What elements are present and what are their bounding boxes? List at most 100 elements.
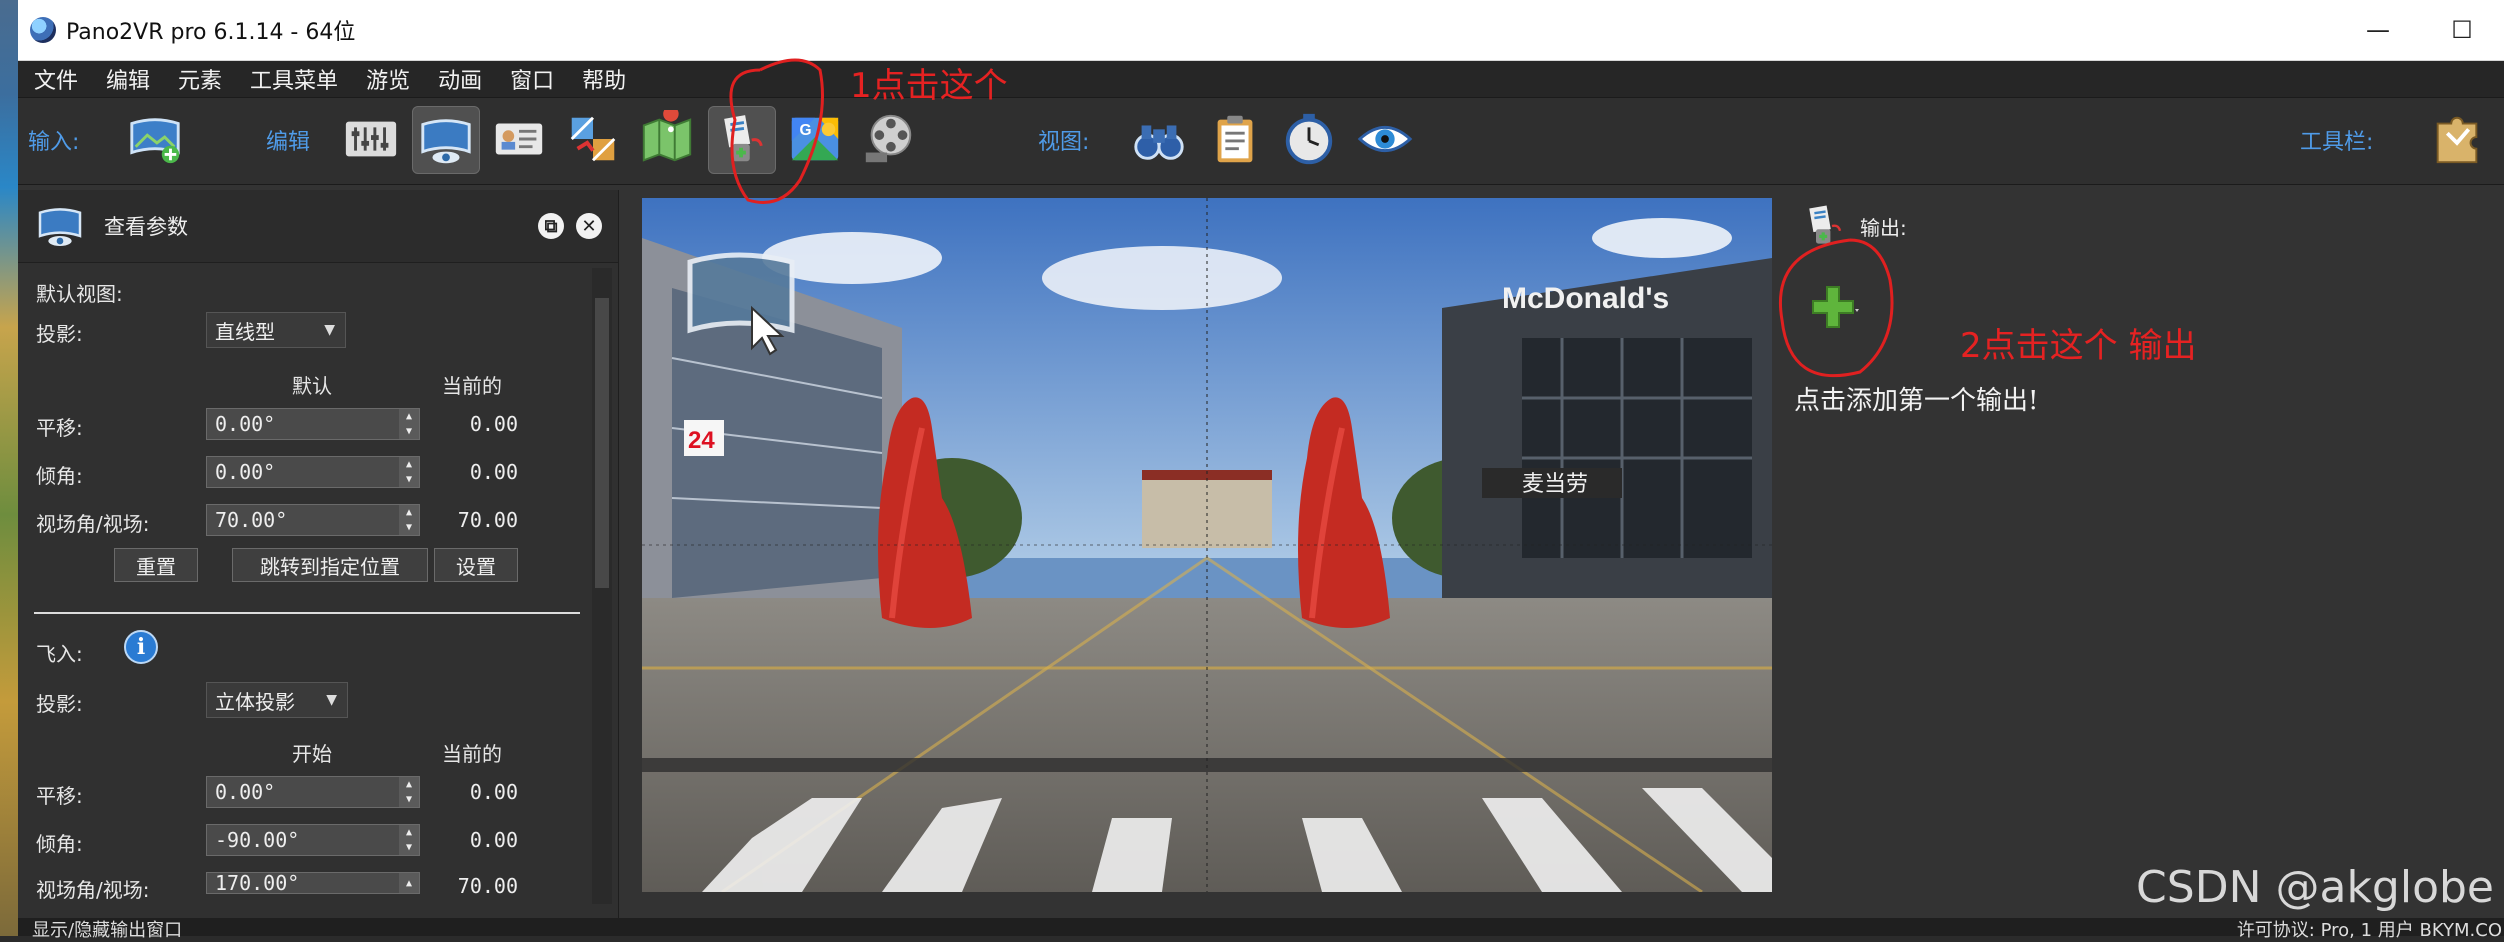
spin-arrows-icon[interactable]: ▲ ▼	[399, 409, 419, 439]
panorama-viewer[interactable]: McDonald's 麦当劳 24	[642, 198, 1772, 892]
tilt-current: 0.00	[469, 460, 518, 484]
tilt-input[interactable]: 0.00° ▲ ▼	[206, 456, 420, 488]
fly-tilt-current: 0.00	[469, 828, 518, 852]
status-toggle-output[interactable]: 显示/隐藏输出窗口	[32, 916, 182, 942]
column-current-2: 当前的	[442, 742, 502, 766]
menu-bar: 文件 编辑 元素 工具菜单 游览 动画 窗口 帮助	[18, 61, 2504, 97]
spin-arrows-icon[interactable]: ▲	[399, 873, 419, 893]
menu-file[interactable]: 文件	[34, 63, 78, 95]
puzzle-icon[interactable]	[2424, 106, 2490, 172]
fly-fov-current: 70.00	[457, 874, 518, 898]
map-icon[interactable]	[634, 106, 700, 172]
fly-pan-value: 0.00°	[215, 780, 276, 804]
properties-card-icon[interactable]	[486, 106, 552, 172]
tilt-value: 0.00°	[215, 460, 276, 484]
fly-fov-label: 视场角/视场:	[36, 878, 150, 902]
binoculars-icon[interactable]	[1126, 106, 1192, 172]
spin-arrows-icon[interactable]: ▲ ▼	[399, 825, 419, 855]
title-bar: Pano2VR pro 6.1.14 - 64位 — ☐	[18, 0, 2504, 61]
store-24-sign: 24	[688, 427, 715, 454]
chevron-down-icon: ▼	[326, 692, 337, 708]
output-panel-header: 输出:	[1776, 190, 2504, 262]
fov-input[interactable]: 70.00° ▲ ▼	[206, 504, 420, 536]
toolbar-view-label: 视图:	[1038, 130, 1090, 155]
column-default: 默认	[292, 374, 332, 398]
menu-help[interactable]: 帮助	[582, 63, 626, 95]
add-output-button[interactable]	[1798, 272, 1868, 342]
add-panorama-icon[interactable]	[122, 106, 188, 172]
menu-edit[interactable]: 编辑	[106, 63, 150, 95]
fov-label: 视场角/视场:	[36, 512, 150, 536]
projection-select[interactable]: 直线型 ▼	[206, 312, 346, 348]
info-icon[interactable]: i	[124, 630, 158, 664]
panel-scrollbar[interactable]	[592, 268, 612, 904]
fly-fov-value: 170.00°	[215, 872, 300, 894]
window-title: Pano2VR pro 6.1.14 - 64位	[66, 20, 356, 45]
projection-value: 直线型	[215, 319, 275, 344]
plus-icon	[1812, 286, 1859, 328]
csdn-watermark: CSDN @akglobe	[2136, 862, 2494, 913]
mcdonalds-sign: McDonald's	[1502, 282, 1669, 315]
default-view-label: 默认视图:	[36, 282, 123, 306]
spin-arrows-icon[interactable]: ▲ ▼	[399, 777, 419, 807]
menu-tools[interactable]: 工具菜单	[250, 63, 338, 95]
desktop-background	[0, 0, 18, 936]
annotation-step2: 2点击这个 输出	[1960, 326, 2197, 366]
output-panel: 输出: 点击添加第一个输出!	[1776, 190, 2504, 918]
panel-title: 查看参数	[104, 215, 188, 239]
menu-elements[interactable]: 元素	[178, 63, 222, 95]
fly-projection-label: 投影:	[36, 692, 83, 716]
toolbar-edit-label: 编辑	[266, 130, 311, 155]
fov-current: 70.00	[457, 508, 518, 532]
section-divider	[34, 612, 580, 614]
fly-tilt-input[interactable]: -90.00° ▲ ▼	[206, 824, 420, 856]
minimize-button[interactable]: —	[2336, 0, 2420, 60]
fly-fov-input[interactable]: 170.00° ▲	[206, 872, 420, 894]
app-window: Pano2VR pro 6.1.14 - 64位 — ☐ 文件 编辑 元素 工具…	[18, 0, 2504, 941]
panel-header: 查看参数 ⧉ ✕	[18, 190, 618, 263]
menu-animation[interactable]: 动画	[438, 63, 482, 95]
svg-text:G: G	[800, 122, 812, 139]
tilt-label: 倾角:	[36, 464, 83, 488]
eye-icon[interactable]	[1352, 106, 1418, 172]
reset-button[interactable]: 重置	[114, 548, 198, 582]
output-title: 输出:	[1860, 215, 1907, 240]
add-output-hint: 点击添加第一个输出!	[1794, 386, 2039, 416]
pan-label: 平移:	[36, 416, 83, 440]
sliders-icon[interactable]	[338, 106, 404, 172]
column-current: 当前的	[442, 374, 502, 398]
viewing-params-icon[interactable]	[412, 106, 480, 174]
float-panel-icon[interactable]: ⧉	[538, 213, 564, 239]
clock-icon[interactable]	[1276, 106, 1342, 172]
fly-projection-value: 立体投影	[215, 689, 295, 714]
chevron-down-icon: ▼	[324, 322, 335, 338]
pan-current: 0.00	[469, 412, 518, 436]
animation-film-icon[interactable]	[856, 106, 922, 172]
jump-to-position-button[interactable]: 跳转到指定位置	[232, 548, 428, 582]
fly-projection-select[interactable]: 立体投影 ▼	[206, 682, 348, 718]
output-icon[interactable]	[708, 106, 776, 174]
fly-pan-label: 平移:	[36, 784, 83, 808]
spin-arrows-icon[interactable]: ▲ ▼	[399, 457, 419, 487]
output-icon	[1809, 205, 1842, 244]
fly-pan-input[interactable]: 0.00° ▲ ▼	[206, 776, 420, 808]
main-toolbar: 输入: 编辑 G 视图: 工具栏:	[18, 97, 2504, 185]
fly-tilt-label: 倾角:	[36, 832, 83, 856]
set-button[interactable]: 设置	[434, 548, 518, 582]
menu-window[interactable]: 窗口	[510, 63, 554, 95]
maximize-button[interactable]: ☐	[2420, 0, 2504, 60]
column-start: 开始	[292, 742, 332, 766]
menu-tour[interactable]: 游览	[366, 63, 410, 95]
pan-input[interactable]: 0.00° ▲ ▼	[206, 408, 420, 440]
scrollbar-thumb[interactable]	[595, 298, 609, 588]
clipboard-icon[interactable]	[1202, 106, 1268, 172]
pano2vr-app-icon	[30, 17, 56, 43]
spin-arrows-icon[interactable]: ▲ ▼	[399, 505, 419, 535]
close-icon[interactable]: ✕	[576, 213, 602, 239]
patch-icon[interactable]	[560, 106, 626, 172]
annotation-step1: 1点击这个	[850, 66, 1008, 106]
fov-value: 70.00°	[215, 508, 288, 532]
google-street-view-icon[interactable]: G	[782, 106, 848, 172]
viewing-params-panel: 查看参数 ⧉ ✕ 默认视图: 投影: 直线型 ▼ 默认 当前的 平移: 0.00°…	[18, 190, 619, 918]
panorama-image: McDonald's 麦当劳 24	[642, 198, 1772, 892]
